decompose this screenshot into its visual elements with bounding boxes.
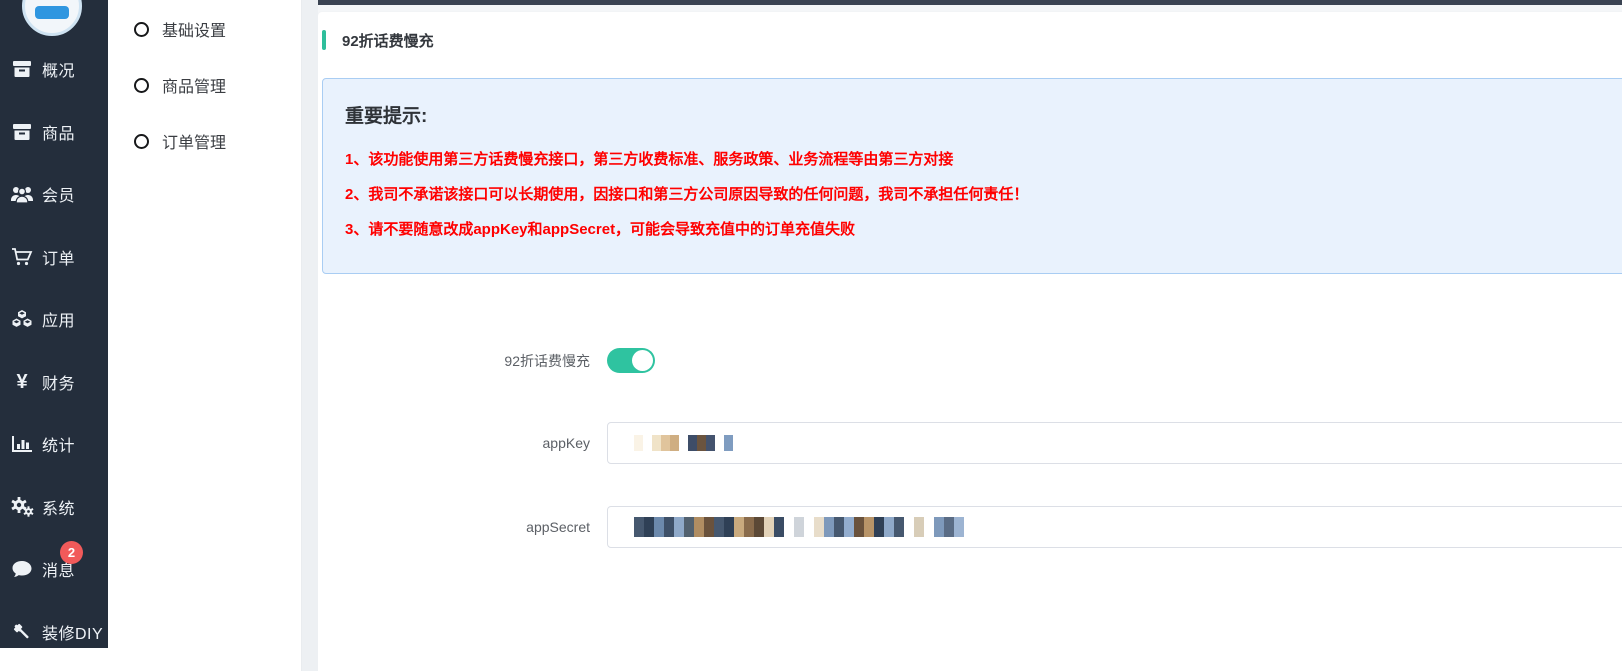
gears-icon — [9, 496, 35, 518]
panel-divider — [302, 0, 318, 671]
sidebar-item-label: 商品 — [42, 120, 75, 144]
sidebar-item-messages[interactable]: 消息 2 — [0, 538, 108, 601]
appsecret-label: appSecret — [322, 519, 590, 535]
radio-circle-icon — [134, 78, 149, 93]
notice-line-2: 2、我司不承诺该接口可以长期使用，因接口和第三方公司原因导致的任何问题，我司不承… — [345, 177, 1617, 212]
sidebar-item-orders[interactable]: 订单 — [0, 226, 108, 289]
sidebar-item-label: 装修DIY — [42, 620, 103, 644]
bar-chart-icon — [9, 433, 35, 455]
appkey-redacted-value — [634, 435, 733, 451]
card-header: 92折话费慢充 — [322, 26, 1622, 54]
toggle-knob — [632, 350, 653, 371]
submenu-item-label: 基础设置 — [162, 17, 226, 41]
appkey-label: appKey — [322, 435, 590, 451]
title-accent-bar — [322, 30, 326, 50]
sidebar-item-label: 财务 — [42, 370, 75, 394]
archive-icon — [9, 121, 35, 143]
primary-nav: 概况 商品 会员 订单 — [0, 38, 108, 648]
admin-app: 概况 商品 会员 订单 — [0, 0, 1622, 671]
archive-icon — [9, 58, 35, 80]
yen-icon: ¥ — [9, 371, 35, 393]
sidebar-item-apps[interactable]: 应用 — [0, 288, 108, 351]
sidebar-item-members[interactable]: 会员 — [0, 163, 108, 226]
feature-toggle-label: 92折话费慢充 — [322, 351, 590, 371]
sidebar-item-statistics[interactable]: 统计 — [0, 413, 108, 476]
main-content: 92折话费慢充 重要提示: 1、该功能使用第三方话费慢充接口，第三方收费标准、服… — [318, 0, 1622, 671]
users-icon — [9, 183, 35, 205]
submenu-item-order-management[interactable]: 订单管理 — [108, 124, 301, 158]
appsecret-redacted-value — [634, 517, 964, 537]
sidebar-item-products[interactable]: 商品 — [0, 101, 108, 164]
primary-sidebar: 概况 商品 会员 订单 — [0, 0, 108, 648]
comment-icon — [9, 558, 35, 580]
submenu-item-label: 订单管理 — [162, 129, 226, 153]
appkey-row: appKey — [322, 422, 1622, 464]
sidebar-item-overview[interactable]: 概况 — [0, 38, 108, 101]
submenu-item-label: 商品管理 — [162, 73, 226, 97]
sidebar-item-decorate-diy[interactable]: 装修DIY — [0, 601, 108, 649]
settings-card: 92折话费慢充 重要提示: 1、该功能使用第三方话费慢充接口，第三方收费标准、服… — [318, 12, 1622, 671]
radio-circle-icon — [134, 134, 149, 149]
important-notice-box: 重要提示: 1、该功能使用第三方话费慢充接口，第三方收费标准、服务政策、业务流程… — [322, 78, 1622, 274]
notice-line-1: 1、该功能使用第三方话费慢充接口，第三方收费标准、服务政策、业务流程等由第三方对… — [345, 142, 1617, 177]
appsecret-input[interactable] — [607, 506, 1622, 548]
notice-title: 重要提示: — [345, 101, 1617, 128]
radio-circle-icon — [134, 22, 149, 37]
secondary-sidebar: 基础设置 商品管理 订单管理 — [108, 0, 302, 671]
cart-icon — [9, 246, 35, 268]
cubes-icon — [9, 308, 35, 330]
feature-toggle[interactable] — [607, 348, 655, 373]
appsecret-row: appSecret — [322, 506, 1622, 548]
sidebar-item-system[interactable]: 系统 — [0, 476, 108, 539]
sidebar-item-label: 系统 — [42, 495, 75, 519]
message-count-badge: 2 — [60, 541, 83, 564]
page-title: 92折话费慢充 — [342, 30, 434, 51]
sidebar-item-label: 概况 — [42, 57, 75, 81]
top-bar — [318, 0, 1622, 5]
feature-toggle-row: 92折话费慢充 — [322, 348, 1622, 373]
sidebar-item-label: 订单 — [42, 245, 75, 269]
submenu-item-product-management[interactable]: 商品管理 — [108, 68, 301, 102]
sidebar-item-label: 应用 — [42, 307, 75, 331]
sidebar-item-label: 会员 — [42, 182, 75, 206]
app-logo[interactable] — [22, 0, 82, 36]
sidebar-item-label: 统计 — [42, 432, 75, 456]
submenu-item-basic-settings[interactable]: 基础设置 — [108, 12, 301, 46]
notice-line-3: 3、请不要随意改成appKey和appSecret，可能会导致充值中的订单充值失… — [345, 212, 1617, 247]
appkey-input[interactable] — [607, 422, 1622, 464]
logo-mark — [35, 6, 69, 19]
sidebar-item-finance[interactable]: ¥ 财务 — [0, 351, 108, 414]
gavel-icon — [9, 621, 35, 643]
settings-form: 92折话费慢充 appKey a — [322, 348, 1622, 548]
